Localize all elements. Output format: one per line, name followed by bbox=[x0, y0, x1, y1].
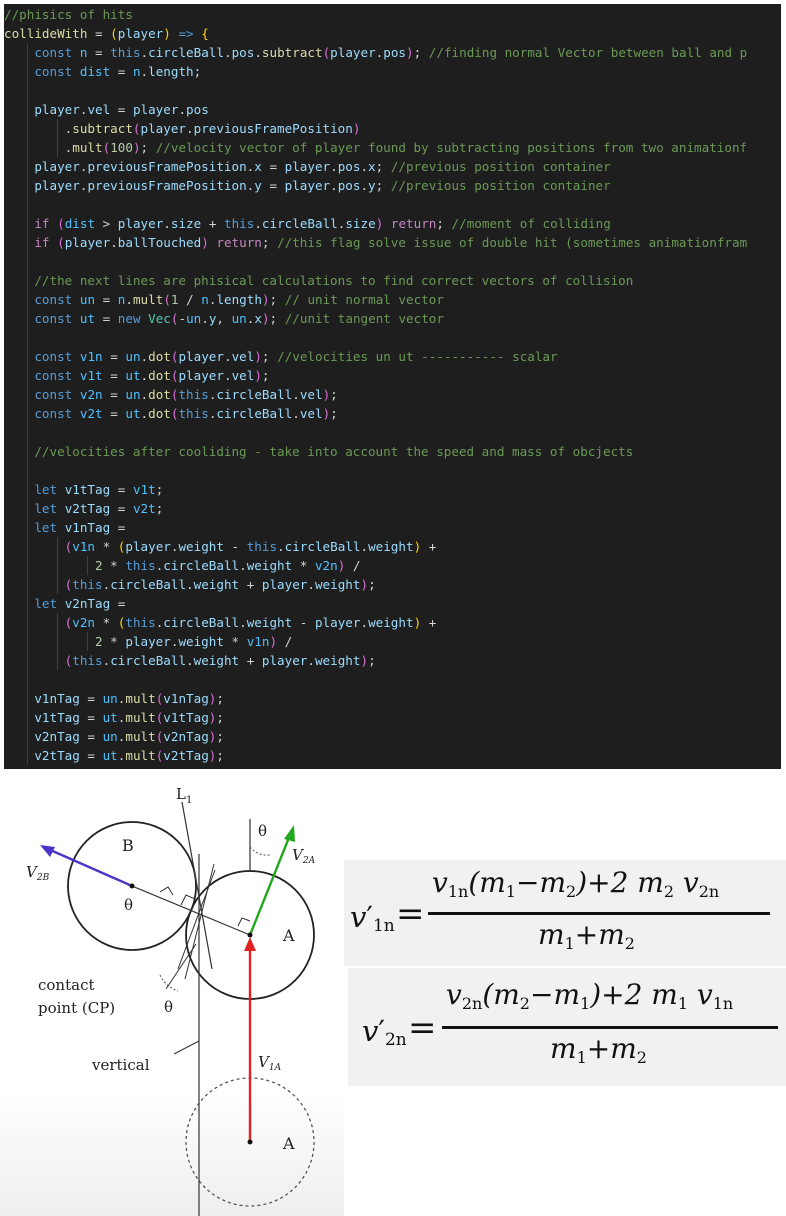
formula-v2n: v′2n = v2n(m2−m1)+2 m1 v1n m1+m2 bbox=[348, 968, 786, 1086]
code-line: 2 * this.circleBall.weight * v2n) / bbox=[4, 556, 747, 575]
code-line bbox=[4, 461, 747, 480]
formula-lhs: v′1n bbox=[350, 900, 395, 936]
label-a-initial: A bbox=[282, 1134, 295, 1153]
code-line: collideWith = (player) => { bbox=[4, 26, 209, 41]
code-line: (v2n * (this.circleBall.weight - player.… bbox=[4, 613, 747, 632]
ball-a-initial-center bbox=[247, 1139, 253, 1145]
formula-equals: = bbox=[396, 894, 425, 934]
code-line bbox=[4, 423, 747, 442]
code-line: const v1n = un.dot(player.vel); //veloci… bbox=[4, 347, 747, 366]
code-line bbox=[4, 328, 747, 347]
code-block: //phisics of hits collideWith = (player) … bbox=[4, 5, 747, 765]
code-line: const v2n = un.dot(this.circleBall.vel); bbox=[4, 385, 747, 404]
code-line bbox=[4, 195, 747, 214]
label-b: B bbox=[122, 836, 134, 855]
code-line: v2nTag = un.mult(v2nTag); bbox=[4, 727, 747, 746]
label-contact-point: point (CP) bbox=[38, 999, 115, 1017]
label-theta-a: θ bbox=[258, 822, 267, 840]
code-line: v2tTag = ut.mult(v2tTag); bbox=[4, 746, 747, 765]
formula-v1n: v′1n = v1n(m1−m2)+2 m2 v2n m1+m2 bbox=[344, 860, 786, 966]
formula-fraction-bar bbox=[442, 1026, 778, 1029]
label-a: A bbox=[282, 926, 295, 945]
formula-denominator: m1+m2 bbox=[538, 918, 635, 953]
code-line: let v2nTag = bbox=[4, 594, 747, 613]
code-line: (this.circleBall.weight + player.weight)… bbox=[4, 651, 747, 670]
code-line: v1tTag = ut.mult(v1tTag); bbox=[4, 708, 747, 727]
formula-numerator: v2n(m2−m1)+2 m1 v1n bbox=[446, 978, 734, 1013]
label-contact: contact bbox=[38, 976, 95, 994]
code-line: player.previousFramePosition.y = player.… bbox=[4, 176, 747, 195]
collision-diagram: L1 B A A θ θ θ V2B V2A V1A contact point… bbox=[0, 769, 344, 1216]
code-line: //velocities after cooliding - take into… bbox=[4, 442, 747, 461]
code-line: let v1tTag = v1t; bbox=[4, 480, 747, 499]
code-line: const n = this.circleBall.pos.subtract(p… bbox=[4, 43, 747, 62]
code-line: (this.circleBall.weight + player.weight)… bbox=[4, 575, 747, 594]
label-vertical: vertical bbox=[91, 1056, 150, 1074]
code-line: (v1n * (player.weight - this.circleBall.… bbox=[4, 537, 747, 556]
code-line: player.previousFramePosition.x = player.… bbox=[4, 157, 747, 176]
code-line: v1nTag = un.mult(v1nTag); bbox=[4, 689, 747, 708]
ball-b-center bbox=[129, 883, 135, 889]
code-line: //the next lines are phisical calculatio… bbox=[4, 271, 747, 290]
code-line: let v2tTag = v2t; bbox=[4, 499, 747, 518]
code-line bbox=[4, 252, 747, 271]
code-line: //phisics of hits bbox=[4, 7, 133, 22]
collision-diagram-svg: L1 B A A θ θ θ V2B V2A V1A contact point… bbox=[0, 769, 344, 1216]
code-editor[interactable]: //phisics of hits collideWith = (player) … bbox=[4, 4, 781, 769]
code-line: .subtract(player.previousFramePosition) bbox=[4, 119, 361, 138]
code-line: const un = n.mult(1 / n.length); // unit… bbox=[4, 290, 747, 309]
code-line: .mult(100); //velocity vector of player … bbox=[4, 138, 748, 157]
code-line bbox=[4, 81, 747, 100]
code-line: if (player.ballTouched) return; //this f… bbox=[4, 233, 747, 252]
code-line bbox=[4, 670, 747, 689]
code-line: const v2t = ut.dot(this.circleBall.vel); bbox=[4, 404, 747, 423]
code-line: player.vel = player.pos bbox=[4, 100, 747, 119]
formula-fraction-bar bbox=[428, 912, 770, 915]
label-theta-cp: θ bbox=[164, 998, 173, 1016]
formula-numerator: v1n(m1−m2)+2 m2 v2n bbox=[432, 866, 720, 901]
code-line: const ut = new Vec(-un.y, un.x); //unit … bbox=[4, 309, 747, 328]
formula-denominator: m1+m2 bbox=[550, 1032, 647, 1067]
ball-a-center bbox=[247, 932, 253, 938]
code-line: const dist = n.length; bbox=[4, 62, 747, 81]
formula-lhs: v′2n bbox=[362, 1014, 407, 1050]
code-line: if (dist > player.size + this.circleBall… bbox=[4, 214, 747, 233]
label-theta-b: θ bbox=[124, 896, 133, 914]
code-line: 2 * player.weight * v1n) / bbox=[4, 632, 747, 651]
code-line: let v1nTag = bbox=[4, 518, 747, 537]
formula-equals: = bbox=[408, 1008, 437, 1048]
code-line: const v1t = ut.dot(player.vel); bbox=[4, 366, 747, 385]
